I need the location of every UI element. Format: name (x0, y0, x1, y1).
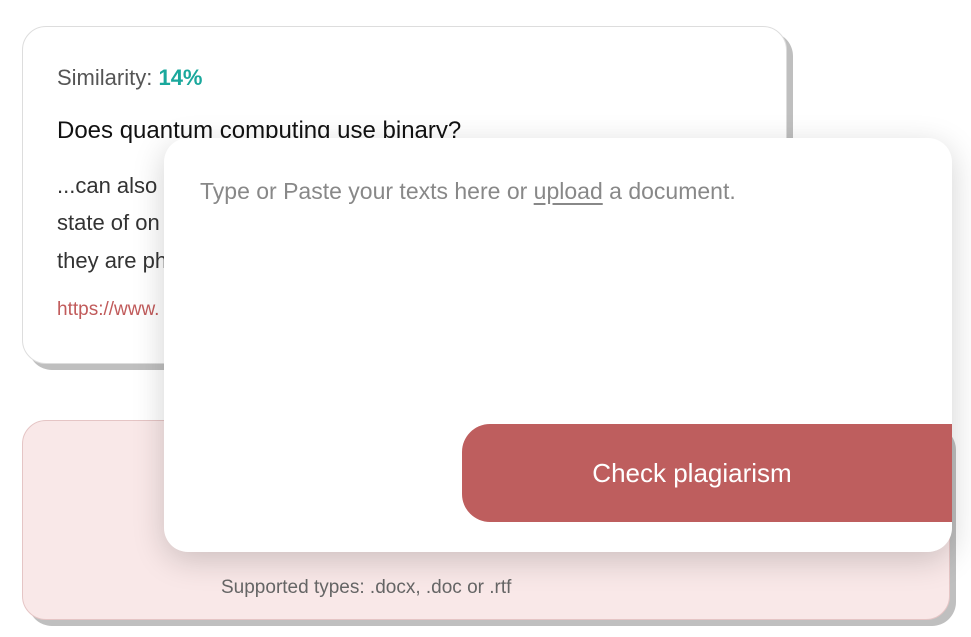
similarity-label: Similarity: (57, 65, 158, 90)
placeholder-after: a document. (603, 178, 736, 204)
snippet-line: they are ph (57, 248, 167, 273)
snippet-line: state of on (57, 210, 160, 235)
input-placeholder: Type or Paste your texts here or upload … (200, 178, 916, 205)
upload-link[interactable]: upload (534, 178, 603, 204)
similarity-value: 14% (158, 65, 202, 90)
text-input-card[interactable]: Type or Paste your texts here or upload … (164, 138, 952, 552)
placeholder-before: Type or Paste your texts here or (200, 178, 534, 204)
snippet-line: ...can also (57, 173, 157, 198)
similarity-row: Similarity: 14% (57, 65, 752, 91)
check-plagiarism-button[interactable]: Check plagiarism (462, 424, 952, 522)
supported-types-label: Supported types: .docx, .doc or .rtf (221, 577, 511, 599)
